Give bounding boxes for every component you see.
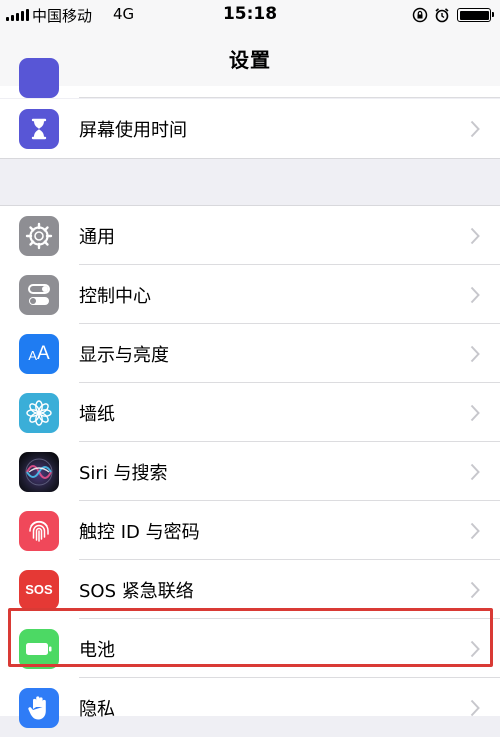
settings-row-label: 控制中心 <box>79 285 151 307</box>
settings-row-label: 通用 <box>79 226 115 248</box>
toggles-icon <box>19 274 59 315</box>
settings-row-label: Siri 与搜索 <box>79 462 168 484</box>
settings-row-general[interactable]: 通用 <box>0 206 500 265</box>
hand-icon <box>19 687 59 728</box>
settings-row-label: 隐私 <box>79 698 115 720</box>
settings-row-display-brightness[interactable]: AA 显示与亮度 <box>0 324 500 383</box>
fingerprint-icon <box>19 510 59 551</box>
settings-row-label: 触控 ID 与密码 <box>79 521 200 543</box>
gear-icon <box>19 215 59 256</box>
settings-row-siri-search[interactable]: Siri 与搜索 <box>0 442 500 501</box>
settings-group-screen-time: 屏幕使用时间 <box>0 99 500 159</box>
text-size-icon: AA <box>19 333 59 374</box>
chevron-right-icon <box>470 120 480 137</box>
chevron-right-icon <box>470 581 480 598</box>
previous-row-edge <box>0 58 500 98</box>
chevron-right-icon <box>470 522 480 539</box>
page-title: 设置 <box>229 47 271 72</box>
chevron-right-icon <box>470 463 480 480</box>
chevron-right-icon <box>470 699 480 716</box>
battery-row-highlight-box <box>8 608 493 667</box>
status-bar: 中国移动 4G 15:18 <box>0 0 500 30</box>
battery-status-icon <box>457 8 494 22</box>
orientation-lock-icon <box>412 7 428 23</box>
chevron-right-icon <box>470 404 480 421</box>
chevron-right-icon <box>470 227 480 244</box>
settings-row-label: 屏幕使用时间 <box>79 119 187 141</box>
settings-row-control-center[interactable]: 控制中心 <box>0 265 500 324</box>
previous-row-icon <box>19 58 59 98</box>
flower-icon <box>19 392 59 433</box>
sos-icon-text: SOS <box>25 582 53 597</box>
alarm-icon <box>435 8 449 23</box>
chevron-right-icon <box>470 345 480 362</box>
settings-row-label: 显示与亮度 <box>79 344 169 366</box>
hourglass-icon <box>19 108 59 149</box>
siri-icon <box>19 451 59 492</box>
settings-row-screen-time[interactable]: 屏幕使用时间 <box>0 99 500 158</box>
settings-row-label: 墙纸 <box>79 403 115 425</box>
sos-icon: SOS <box>19 569 59 610</box>
settings-row-wallpaper[interactable]: 墙纸 <box>0 383 500 442</box>
navigation-bar: 设置 <box>0 30 500 87</box>
chevron-right-icon <box>470 286 480 303</box>
settings-row-privacy[interactable]: 隐私 <box>0 678 500 737</box>
settings-row-touch-id-passcode[interactable]: 触控 ID 与密码 <box>0 501 500 560</box>
settings-row-label: SOS 紧急联络 <box>79 580 194 602</box>
